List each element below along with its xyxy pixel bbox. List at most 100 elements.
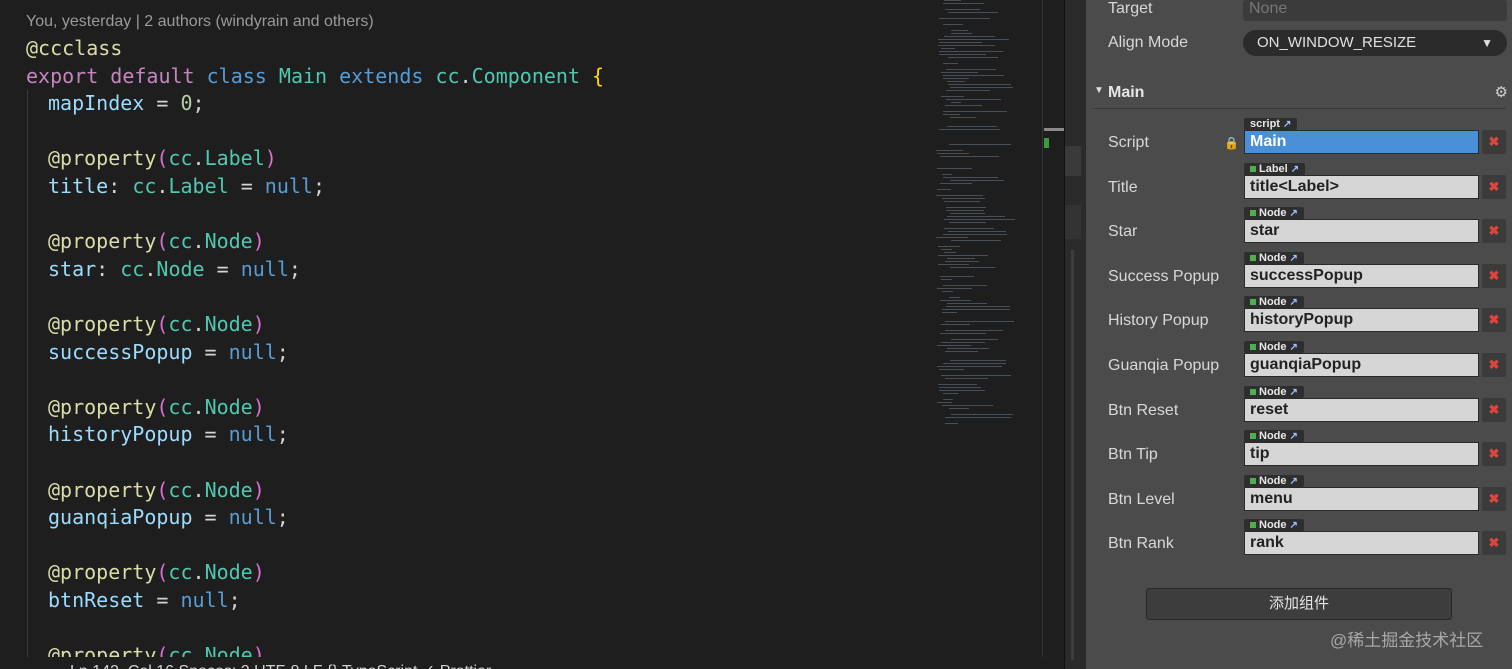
code-line[interactable]: btnReset = null;	[26, 585, 241, 615]
minimap-line	[949, 297, 960, 298]
code-line[interactable]	[26, 281, 48, 311]
property-value-field[interactable]: historyPopup	[1244, 308, 1479, 332]
code-token: =	[192, 340, 229, 364]
code-token: null	[240, 257, 289, 281]
type-tag[interactable]: Node ↗	[1244, 475, 1304, 487]
minimap-line	[948, 231, 1006, 232]
type-tag[interactable]: Node ↗	[1244, 252, 1304, 264]
code-token: default	[110, 64, 195, 88]
add-component-button[interactable]: 添加组件	[1146, 588, 1452, 620]
code-token: .	[144, 257, 157, 281]
type-tag[interactable]: Node ↗	[1244, 430, 1304, 442]
code-line[interactable]: title: cc.Label = null;	[26, 171, 325, 201]
minimap-line	[940, 300, 971, 301]
clear-reference-button[interactable]: ✖	[1482, 531, 1506, 555]
property-label: History Popup	[1108, 312, 1209, 329]
code-token: cc	[168, 146, 193, 170]
property-value-field[interactable]: guanqiaPopup	[1244, 353, 1479, 377]
type-tag[interactable]: Label ↗	[1244, 163, 1306, 175]
type-tag[interactable]: script ↗	[1244, 118, 1298, 130]
code-line[interactable]	[26, 364, 48, 394]
property-value-field[interactable]: menu	[1244, 487, 1479, 511]
scrollbar-thumb[interactable]	[1044, 128, 1064, 131]
minimap-line	[938, 45, 995, 46]
minimap-line	[938, 255, 988, 256]
property-value-field[interactable]: star	[1244, 219, 1479, 243]
code-token: 0	[180, 91, 193, 115]
code-line[interactable]: successPopup = null;	[26, 337, 289, 367]
minimap-line	[944, 228, 994, 229]
code-line[interactable]: @property(cc.Node)	[26, 557, 265, 587]
property-value-field[interactable]: title<Label>	[1244, 175, 1479, 199]
code-line[interactable]	[26, 199, 48, 229]
code-line[interactable]: @property(cc.Node)	[26, 392, 265, 422]
type-tag[interactable]: Node ↗	[1244, 341, 1304, 353]
minimap-line	[951, 30, 968, 31]
code-line[interactable]	[26, 116, 48, 146]
clear-reference-button[interactable]: ✖	[1482, 398, 1506, 422]
code-line[interactable]: guanqiaPopup = null;	[26, 502, 289, 532]
minimap-line	[943, 363, 1006, 364]
code-line[interactable]	[26, 530, 48, 560]
type-tag[interactable]: Node ↗	[1244, 386, 1304, 398]
code-token: (	[156, 146, 169, 170]
property-label: Success Popup	[1108, 268, 1220, 285]
code-line[interactable]: @property(cc.Node)	[26, 226, 265, 256]
splitter-scrollbar[interactable]	[1071, 250, 1074, 660]
minimap-line	[940, 156, 999, 157]
code-token: ;	[276, 505, 289, 529]
clear-reference-button[interactable]: ✖	[1482, 442, 1506, 466]
clear-reference-button[interactable]: ✖	[1482, 308, 1506, 332]
property-value-field[interactable]: reset	[1244, 398, 1479, 422]
property-value-field[interactable]: Main	[1244, 130, 1479, 154]
clear-reference-button[interactable]: ✖	[1482, 264, 1506, 288]
property-value-field[interactable]: rank	[1244, 531, 1479, 555]
minimap-line	[950, 213, 985, 214]
component-header[interactable]: ▼ Main ⚙	[1092, 80, 1508, 109]
clear-reference-button[interactable]: ✖	[1482, 130, 1506, 154]
code-editor[interactable]: You, yesterday | 2 authors (windyrain an…	[0, 0, 1064, 669]
minimap-line	[943, 114, 960, 115]
clear-reference-button[interactable]: ✖	[1482, 487, 1506, 511]
minimap-line	[941, 279, 952, 280]
code-token: ;	[312, 174, 326, 198]
code-line[interactable]: mapIndex = 0;	[26, 88, 205, 118]
code-line[interactable]: star: cc.Node = null;	[26, 254, 301, 284]
code-line[interactable]: historyPopup = null;	[26, 419, 289, 449]
minimap-line	[948, 84, 1011, 85]
minimap-line	[939, 387, 981, 388]
code-line[interactable]: @property(cc.Node)	[26, 475, 265, 505]
clear-reference-button[interactable]: ✖	[1482, 175, 1506, 199]
minimap-line	[948, 57, 998, 58]
property-label: Btn Tip	[1108, 446, 1158, 463]
collapse-triangle-icon[interactable]: ▼	[1094, 85, 1104, 96]
code-line[interactable]	[26, 447, 48, 477]
minimap-line	[937, 189, 951, 190]
code-line[interactable]: @property(cc.Label)	[26, 143, 277, 173]
code-line[interactable]	[26, 613, 48, 643]
minimap[interactable]	[930, 0, 1040, 430]
property-label: Script	[1108, 134, 1149, 151]
code-token: ;	[192, 91, 205, 115]
git-blame-annotation: You, yesterday | 2 authors (windyrain an…	[26, 13, 374, 30]
code-line[interactable]: @ccclass	[26, 33, 122, 63]
align-mode-select[interactable]: ON_WINDOW_RESIZE ▼	[1243, 30, 1507, 56]
panel-splitter[interactable]	[1064, 0, 1087, 669]
target-field[interactable]: None	[1243, 0, 1507, 21]
property-value-field[interactable]: tip	[1244, 442, 1479, 466]
type-tag[interactable]: Node ↗	[1244, 207, 1304, 219]
code-line[interactable]: @property(cc.Node)	[26, 309, 265, 339]
clear-reference-button[interactable]: ✖	[1482, 219, 1506, 243]
minimap-line	[937, 153, 969, 154]
gear-icon[interactable]: ⚙	[1495, 83, 1508, 101]
type-tag[interactable]: Node ↗	[1244, 296, 1304, 308]
clear-reference-button[interactable]: ✖	[1482, 353, 1506, 377]
code-token: =	[228, 174, 265, 198]
code-token: .	[192, 395, 205, 419]
node-type-icon	[1250, 210, 1256, 216]
type-tag[interactable]: Node ↗	[1244, 519, 1304, 531]
property-value-field[interactable]: successPopup	[1244, 264, 1479, 288]
code-line[interactable]: export default class Main extends cc.Com…	[26, 61, 604, 91]
minimap-line	[951, 414, 1013, 415]
minimap-line	[942, 405, 993, 406]
